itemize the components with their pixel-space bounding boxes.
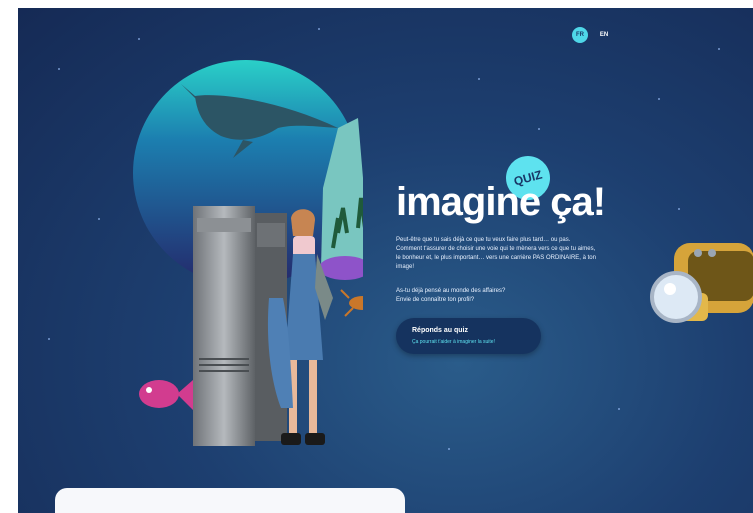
lang-en-button[interactable]: EN bbox=[596, 27, 612, 43]
hero-intro: Peut-être que tu sais déjà ce que tu veu… bbox=[396, 237, 596, 270]
content-card bbox=[55, 488, 405, 513]
hero-question-1: As-tu déjà pensé au monde des affaires? bbox=[396, 288, 506, 294]
hero-section: FR EN QUIZ imagine ça! Peut-être que tu … bbox=[18, 8, 753, 513]
quiz-button-sublabel: Ça pourrait t'aider à imaginer la suite! bbox=[412, 339, 495, 345]
hero-question-2: Envie de connaître ton profil? bbox=[396, 297, 475, 303]
hero-questions: As-tu déjà pensé au monde des affaires? … bbox=[396, 287, 596, 305]
hero-title: imagine ça! bbox=[396, 180, 606, 224]
submarine-icon bbox=[650, 243, 753, 323]
quiz-button[interactable]: Réponds au quiz Ça pourrait t'aider à im… bbox=[396, 318, 541, 354]
hero-illustration bbox=[133, 60, 363, 446]
quiz-button-label: Réponds au quiz bbox=[412, 327, 468, 334]
crab-icon bbox=[340, 289, 363, 317]
lang-fr-button[interactable]: FR bbox=[572, 27, 588, 43]
fish-icon-2 bbox=[139, 380, 193, 410]
